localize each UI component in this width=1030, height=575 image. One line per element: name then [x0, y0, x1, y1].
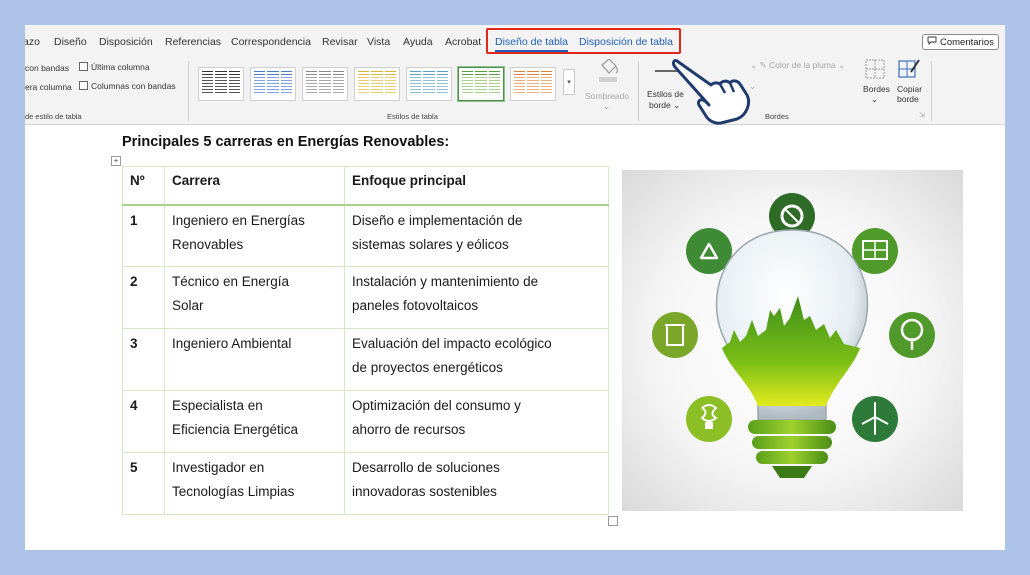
header-focus: Enfoque principal	[344, 166, 609, 206]
tree-icon	[889, 312, 935, 358]
chevron-down-icon: ▾	[567, 79, 571, 86]
tab-design[interactable]: Diseño	[54, 36, 87, 48]
table-move-handle-icon[interactable]: +	[111, 156, 121, 166]
borders-label: Bordes	[863, 84, 890, 94]
menu-bar: azo Diseño Disposición Referencias Corre…	[25, 25, 1005, 57]
table-row: 2 Técnico en Energía Solar Instalación y …	[122, 266, 609, 329]
chevron-down-icon: ⌄	[603, 101, 611, 111]
header-career: Carrera	[164, 166, 345, 206]
focus-cell[interactable]: Desarrollo de soluciones innovadoras sost…	[344, 452, 609, 515]
focus-cell[interactable]: Diseño e implementación de sistemas solar…	[344, 204, 609, 267]
shading-label: Sombreado	[585, 91, 629, 101]
gallery-more-button[interactable]: ▾	[563, 69, 575, 95]
checkbox-icon	[79, 62, 88, 71]
table-style-swatch[interactable]	[406, 67, 452, 101]
light-bulb-icon	[715, 229, 869, 478]
table-style-options-label: de estilo de tabla	[25, 112, 82, 121]
table-row: 3 Ingeniero Ambiental Evaluación del imp…	[122, 328, 609, 391]
tab-references[interactable]: Referencias	[165, 36, 221, 48]
green-energy-illustration[interactable]	[622, 170, 963, 511]
row-number[interactable]: 5	[122, 452, 165, 515]
tab-layout[interactable]: Disposición	[99, 36, 153, 48]
career-cell[interactable]: Ingeniero en Energías Renovables	[164, 204, 345, 267]
table-row: 1 Ingeniero en Energías Renovables Diseño…	[122, 204, 609, 267]
career-cell[interactable]: Investigador en Tecnologías Limpias	[164, 452, 345, 515]
first-column-checkbox[interactable]: era columna	[25, 82, 72, 92]
table-style-swatch[interactable]	[302, 67, 348, 101]
recycling-bin-icon	[652, 312, 698, 358]
borders-icon	[865, 59, 885, 83]
banded-columns-checkbox[interactable]: Columnas con bandas	[79, 81, 176, 91]
table-style-swatch[interactable]	[250, 67, 296, 101]
table-row: 4 Especialista en Eficiencia Energética O…	[122, 390, 609, 453]
border-painter-icon	[898, 59, 920, 84]
pen-icon: ✎	[759, 60, 767, 70]
career-cell[interactable]: Ingeniero Ambiental	[164, 328, 345, 391]
last-column-checkbox[interactable]: Última columna	[79, 62, 150, 72]
paint-bucket-icon	[593, 58, 623, 89]
focus-cell[interactable]: Evaluación del impacto ecológico de proye…	[344, 328, 609, 391]
ribbon-divider	[188, 61, 189, 121]
ribbon: con bandas Última columna era columna Co…	[25, 57, 1005, 125]
focus-cell[interactable]: Instalación y mantenimiento de paneles fo…	[344, 266, 609, 329]
energy-saving-bulb-icon	[686, 396, 732, 442]
row-number[interactable]: 3	[122, 328, 165, 391]
tab-help[interactable]: Ayuda	[403, 36, 433, 48]
chevron-down-icon: ⌄	[871, 94, 879, 104]
tab-mailings[interactable]: Correspondencia	[231, 36, 311, 48]
borders-group-label: Bordes	[765, 112, 789, 121]
tab-review[interactable]: Revisar	[322, 36, 358, 48]
tab-insert[interactable]: azo	[25, 36, 40, 48]
table-resize-handle[interactable]	[608, 516, 618, 526]
copy-border-button[interactable]	[898, 58, 920, 80]
highlight-box	[486, 28, 681, 54]
header-number: Nº	[122, 166, 165, 206]
comments-button[interactable]: Comentarios	[922, 34, 999, 50]
ribbon-divider	[931, 61, 932, 121]
tab-view[interactable]: Vista	[367, 36, 390, 48]
career-cell[interactable]: Especialista en Eficiencia Energética	[164, 390, 345, 453]
ribbon-divider	[638, 61, 639, 121]
row-number[interactable]: 1	[122, 204, 165, 267]
checkbox-icon	[79, 81, 88, 90]
table-style-swatch[interactable]	[198, 67, 244, 101]
dialog-launcher-icon[interactable]: ⇲	[919, 111, 925, 119]
comment-icon	[927, 36, 937, 48]
comments-label: Comentarios	[940, 36, 994, 48]
borders-button[interactable]	[865, 59, 887, 79]
table-style-swatch-selected[interactable]	[457, 66, 505, 102]
pointing-hand-icon	[671, 55, 757, 130]
document-title: Principales 5 carreras en Energías Renov…	[122, 134, 450, 150]
wind-turbine-icon	[852, 396, 898, 442]
row-number[interactable]: 4	[122, 390, 165, 453]
table-style-swatch[interactable]	[510, 67, 556, 101]
banded-rows-checkbox[interactable]: con bandas	[25, 63, 69, 73]
word-window: azo Diseño Disposición Referencias Corre…	[25, 25, 1005, 550]
table-styles-label: Estilos de tabla	[387, 112, 438, 121]
careers-table: Nº Carrera Enfoque principal 1 Ingeniero…	[122, 166, 609, 515]
row-number[interactable]: 2	[122, 266, 165, 329]
tab-acrobat[interactable]: Acrobat	[445, 36, 481, 48]
career-cell[interactable]: Técnico en Energía Solar	[164, 266, 345, 329]
table-row: 5 Investigador en Tecnologías Limpias Des…	[122, 452, 609, 515]
copy-border-label: Copiar	[897, 84, 923, 94]
shading-button[interactable]	[593, 58, 623, 89]
table-style-swatch[interactable]	[354, 67, 400, 101]
pen-color-button[interactable]: ⌄ ✎ Color de la pluma ⌄	[750, 60, 845, 71]
table-header-row: Nº Carrera Enfoque principal	[122, 166, 609, 206]
focus-cell[interactable]: Optimización del consumo y ahorro de recu…	[344, 390, 609, 453]
copy-border-label-2: borde	[897, 94, 919, 104]
document-page: Principales 5 carreras en Energías Renov…	[25, 126, 1005, 550]
